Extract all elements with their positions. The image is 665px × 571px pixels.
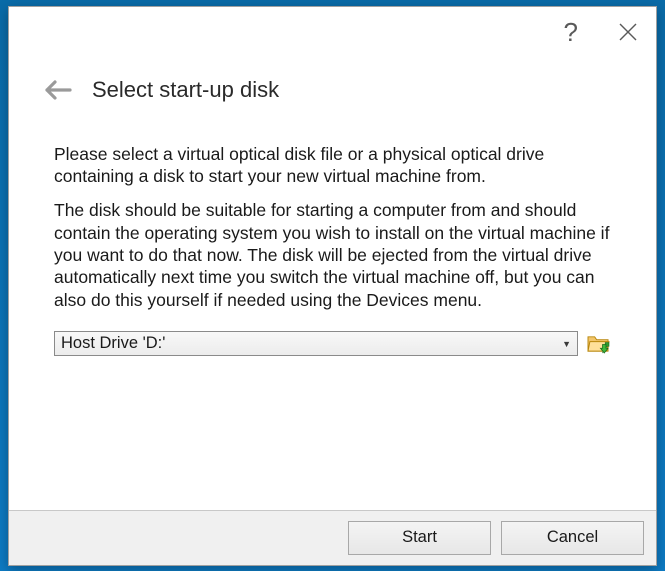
help-icon[interactable]: ? [564, 19, 578, 45]
startup-disk-dialog: ? Select start-up disk Please select a v… [8, 6, 657, 566]
back-arrow-icon[interactable] [44, 80, 72, 100]
start-button[interactable]: Start [348, 521, 491, 555]
instruction-paragraph-1: Please select a virtual optical disk fil… [54, 143, 611, 188]
disk-dropdown-value: Host Drive 'D:' [61, 334, 165, 353]
dialog-content: Please select a virtual optical disk fil… [9, 115, 656, 510]
chevron-down-icon: ▼ [562, 339, 571, 349]
dialog-header: Select start-up disk [9, 57, 656, 115]
close-icon[interactable] [618, 22, 638, 42]
disk-dropdown[interactable]: Host Drive 'D:' ▼ [54, 331, 578, 356]
dialog-footer: Start Cancel [9, 510, 656, 565]
dialog-title: Select start-up disk [92, 77, 279, 103]
cancel-button[interactable]: Cancel [501, 521, 644, 555]
disk-selector-row: Host Drive 'D:' ▼ [54, 331, 611, 356]
browse-disk-button[interactable] [586, 332, 611, 355]
instruction-paragraph-2: The disk should be suitable for starting… [54, 199, 611, 311]
titlebar: ? [9, 7, 656, 57]
